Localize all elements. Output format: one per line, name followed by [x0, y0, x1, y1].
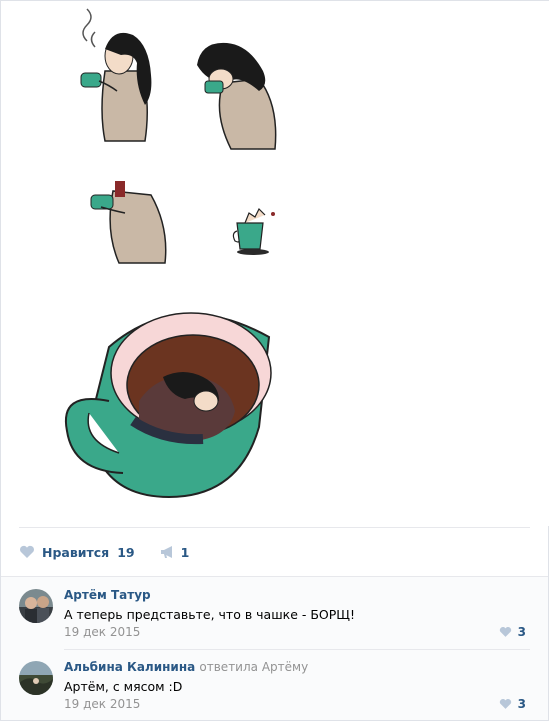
comment-like-button[interactable]: 3	[499, 625, 526, 639]
avatar[interactable]	[19, 661, 53, 695]
comment-text: Артём, с мясом :D	[64, 679, 183, 694]
wall-post: Нравится 19 1 Артём Татур А теперь предс…	[0, 0, 550, 721]
heart-icon	[499, 626, 511, 637]
comment-date[interactable]: 19 дек 2015	[64, 697, 140, 711]
post-image[interactable]	[1, 1, 550, 526]
comment-like-button[interactable]: 3	[499, 697, 526, 711]
comment-like-count: 3	[517, 625, 526, 639]
comment-text: А теперь представьте, что в чашке - БОРЩ…	[64, 607, 355, 622]
comment-item: Артём Татур А теперь представьте, что в …	[1, 577, 548, 647]
like-count: 19	[117, 544, 135, 560]
comment-author-name[interactable]: Альбина Калинина	[64, 660, 195, 674]
like-label: Нравится	[42, 544, 110, 560]
heart-icon	[20, 545, 34, 558]
like-button[interactable]: Нравится 19	[19, 545, 135, 560]
share-button[interactable]: 1	[159, 544, 190, 560]
comment-author[interactable]: Артём Татур	[64, 588, 151, 602]
comment-date[interactable]: 19 дек 2015	[64, 625, 140, 639]
avatar[interactable]	[19, 589, 53, 623]
comment-like-count: 3	[517, 697, 526, 711]
share-count: 1	[180, 544, 190, 560]
megaphone-icon	[160, 546, 172, 558]
post-divider	[19, 527, 530, 528]
comment-reply-to[interactable]: ответила Артёму	[199, 660, 308, 674]
comment-author: Альбина Калинина ответила Артёму	[64, 660, 308, 674]
comments-section: Артём Татур А теперь представьте, что в …	[1, 576, 548, 720]
comment-author-name[interactable]: Артём Татур	[64, 588, 151, 602]
post-actions: Нравится 19 1	[19, 541, 189, 563]
heart-icon	[499, 698, 511, 709]
comment-item: Альбина Калинина ответила Артёму Артём, …	[1, 649, 548, 719]
